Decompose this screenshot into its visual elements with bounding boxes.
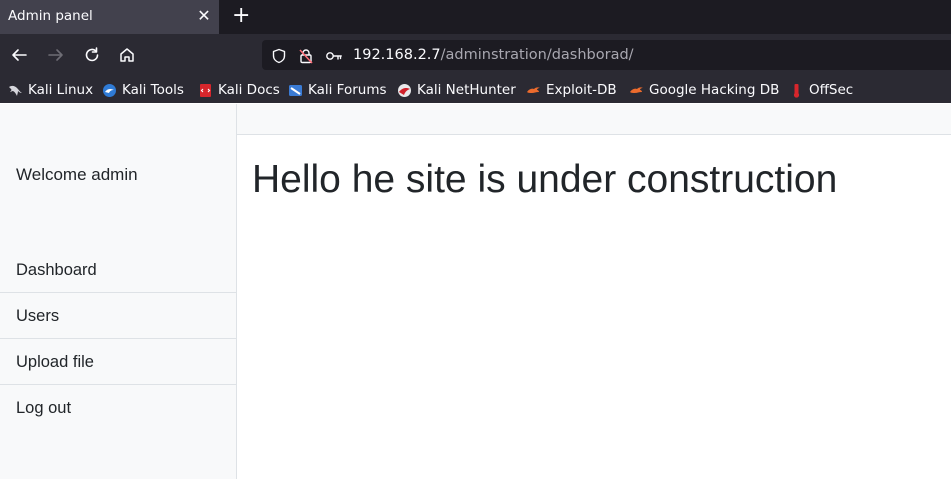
bookmark-label: Google Hacking DB bbox=[649, 82, 780, 98]
bookmark-label: OffSec bbox=[809, 82, 854, 98]
back-arrow-icon[interactable] bbox=[8, 44, 30, 66]
sidebar-item-users[interactable]: Users bbox=[0, 293, 236, 339]
sidebar-menu: Dashboard Users Upload file Log out bbox=[0, 247, 236, 431]
bookmark-label: Kali NetHunter bbox=[417, 82, 516, 98]
sidebar-item-dashboard[interactable]: Dashboard bbox=[0, 247, 236, 293]
tab-bar: Admin panel ✕ + bbox=[0, 0, 951, 34]
bookmark-label: Kali Forums bbox=[308, 82, 387, 98]
sidebar-item-log-out[interactable]: Log out bbox=[0, 385, 236, 431]
page-viewport: Welcome admin Dashboard Users Upload fil… bbox=[0, 104, 951, 479]
bookmark-exploit-db[interactable]: Exploit-DB bbox=[526, 80, 617, 100]
sidebar: Welcome admin Dashboard Users Upload fil… bbox=[0, 104, 237, 479]
ghdb-icon bbox=[629, 83, 644, 98]
top-navbar bbox=[237, 104, 951, 135]
bookmark-kali-linux[interactable]: Kali Linux bbox=[8, 80, 93, 100]
bookmark-label: Kali Linux bbox=[28, 82, 94, 98]
bookmark-label: Kali Docs bbox=[218, 82, 280, 98]
insecure-lock-icon[interactable] bbox=[297, 47, 315, 65]
url-bar[interactable]: 192.168.2.7/adminstration/dashborad/ bbox=[262, 40, 951, 70]
reload-icon[interactable] bbox=[81, 44, 103, 66]
exploit-db-icon bbox=[526, 83, 541, 98]
close-icon[interactable]: ✕ bbox=[197, 6, 211, 26]
kali-docs-icon bbox=[198, 83, 213, 98]
kali-dragon-icon bbox=[8, 83, 23, 98]
offsec-icon bbox=[789, 83, 804, 98]
plus-icon[interactable]: + bbox=[232, 4, 250, 28]
tab-admin-panel[interactable]: Admin panel ✕ bbox=[0, 0, 219, 34]
tracking-shield-icon[interactable] bbox=[270, 47, 288, 65]
bookmark-offsec[interactable]: OffSec bbox=[789, 80, 853, 100]
bookmark-kali-tools[interactable]: Kali Tools bbox=[102, 80, 184, 100]
url-path: /adminstration/dashborad/ bbox=[440, 47, 634, 63]
bookmark-kali-docs[interactable]: Kali Docs bbox=[198, 80, 280, 100]
bookmark-google-hacking-db[interactable]: Google Hacking DB bbox=[629, 80, 779, 100]
bookmark-kali-nethunter[interactable]: Kali NetHunter bbox=[397, 80, 516, 100]
tab-title: Admin panel bbox=[8, 8, 93, 24]
url-host: 192.168.2.7 bbox=[353, 47, 441, 63]
sidebar-item-upload-file[interactable]: Upload file bbox=[0, 339, 236, 385]
navigation-toolbar: 192.168.2.7/adminstration/dashborad/ bbox=[0, 34, 951, 76]
sidebar-heading: Welcome admin bbox=[16, 165, 138, 184]
kali-tools-icon bbox=[102, 83, 117, 98]
home-icon[interactable] bbox=[116, 44, 138, 66]
bookmarks-toolbar: Kali Linux Kali Tools Kali Docs Kali For… bbox=[0, 76, 951, 103]
bookmark-label: Exploit-DB bbox=[546, 82, 617, 98]
key-icon[interactable] bbox=[325, 47, 343, 65]
kali-forums-icon bbox=[288, 83, 303, 98]
url-text[interactable]: 192.168.2.7/adminstration/dashborad/ bbox=[353, 47, 634, 63]
bookmark-kali-forums[interactable]: Kali Forums bbox=[288, 80, 387, 100]
page-title: Hello he site is under construction bbox=[252, 158, 838, 201]
bookmark-label: Kali Tools bbox=[122, 82, 184, 98]
forward-arrow-icon[interactable] bbox=[45, 44, 67, 66]
nethunter-icon bbox=[397, 83, 412, 98]
